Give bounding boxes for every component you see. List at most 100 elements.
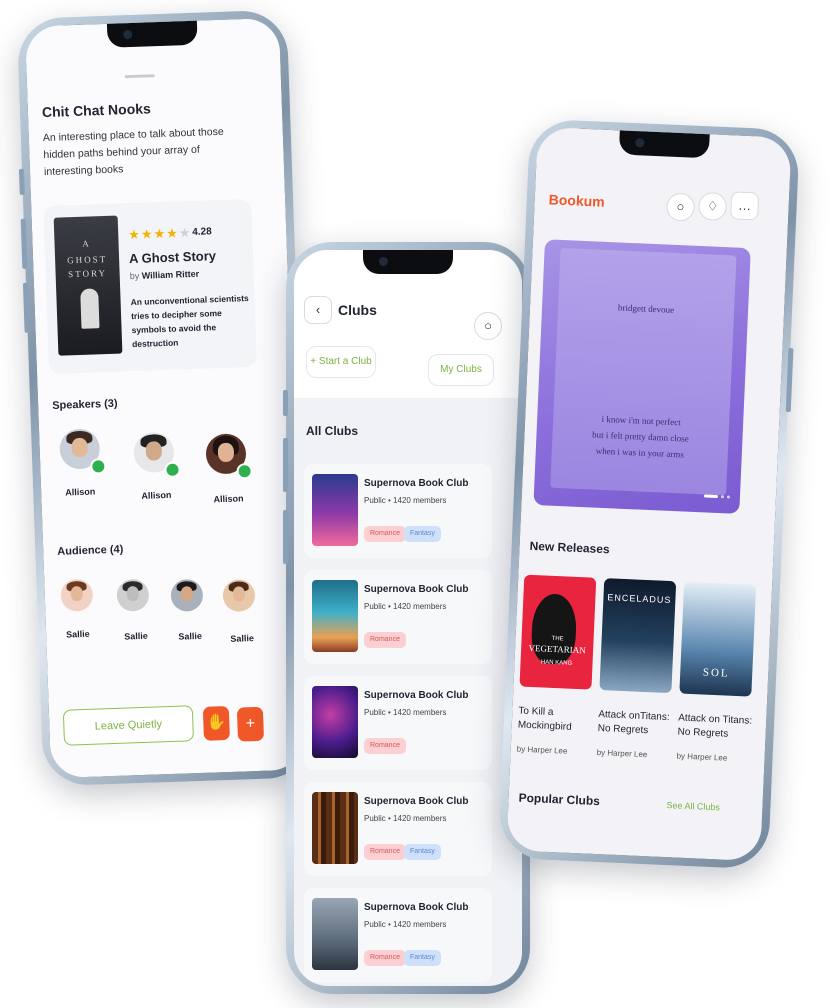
cover-text: ENCELADUS — [607, 592, 672, 606]
start-club-label: Start a Club — [318, 356, 372, 367]
club-thumbnail — [312, 580, 358, 652]
mute-switch — [18, 168, 25, 195]
chit-chat-screen: Chit Chat Nooks An interesting place to … — [24, 17, 306, 779]
audience-name: Sallie — [178, 630, 203, 642]
club-card[interactable]: Supernova Book Club Public • 1420 member… — [304, 570, 492, 664]
club-card[interactable]: Supernova Book Club Public • 1420 member… — [304, 888, 492, 982]
see-all-clubs-link[interactable]: See All Clubs — [666, 800, 720, 812]
online-indicator — [236, 462, 253, 480]
club-visibility: Public — [364, 814, 386, 823]
audience-name: Sallie — [124, 630, 148, 642]
leave-quietly-button[interactable]: Leave Quietly — [62, 705, 194, 746]
club-meta: Public • 1420 members — [364, 602, 447, 611]
book-author: William Ritter — [141, 268, 200, 281]
tag-badge: Fantasy — [404, 844, 441, 860]
club-visibility: Public — [364, 602, 386, 611]
release-cover: ENCELADUS — [599, 578, 677, 694]
chat-icon: … — [737, 197, 752, 214]
by-label: by — [129, 270, 140, 282]
start-club-button[interactable]: + Start a Club — [306, 346, 376, 378]
online-indicator — [90, 458, 107, 475]
club-card[interactable]: Supernova Book Club Public • 1420 member… — [304, 782, 492, 876]
avatar — [60, 578, 94, 612]
quote-line: when i was in your arms — [595, 445, 685, 460]
brand-logo[interactable]: Bookum — [548, 191, 605, 209]
book-card[interactable]: A GHOST STORY ★★★★★ 4.28 A Ghost Story b… — [43, 198, 257, 375]
search-button[interactable]: ○ — [474, 312, 502, 340]
page-title: Clubs — [338, 302, 377, 318]
quote-author: bridgett devoue — [617, 302, 675, 315]
club-card[interactable]: Supernova Book Club Public • 1420 member… — [304, 676, 492, 770]
carousel-dot[interactable] — [720, 495, 725, 499]
volume-up-button — [283, 438, 288, 492]
carousel-dot[interactable] — [726, 495, 731, 499]
notifications-button[interactable]: ♢ — [698, 191, 728, 222]
club-meta: Public • 1420 members — [364, 920, 447, 929]
speaker-name: Allison — [213, 493, 244, 505]
add-button[interactable]: + — [236, 706, 265, 742]
author-name: Harper Lee — [607, 748, 648, 760]
club-name: Supernova Book Club — [364, 902, 469, 913]
audience-name: Sallie — [230, 633, 255, 644]
drag-handle[interactable] — [124, 74, 155, 79]
volume-down-button — [283, 510, 288, 564]
face — [232, 586, 246, 603]
banner-page: bridgett devoue i know i'm not perfect b… — [550, 247, 737, 496]
audience-heading: Audience (4) — [57, 543, 124, 558]
by-label: by — [596, 747, 606, 758]
face — [145, 440, 163, 461]
club-members: 1420 members — [393, 920, 447, 929]
tag-badge: Romance — [364, 632, 406, 648]
book-title: A Ghost Story — [128, 248, 217, 267]
release-author: by Harper Lee — [596, 748, 647, 759]
search-icon: ○ — [484, 318, 492, 333]
release-author: by Harper Lee — [517, 744, 568, 755]
search-icon: ○ — [676, 198, 685, 215]
home-screen: Bookum ○ ♢ … bridgett devoue i know i'm … — [506, 126, 792, 862]
search-button[interactable]: ○ — [665, 192, 696, 222]
face — [71, 437, 89, 458]
club-meta: Public • 1420 members — [364, 708, 447, 717]
clubs-screen: ‹ Clubs ○ + Start a Club My Clubs All Cl… — [294, 250, 522, 986]
tag-badge: Fantasy — [404, 950, 441, 966]
by-label: by — [676, 751, 686, 761]
club-thumbnail — [312, 686, 358, 758]
club-name: Supernova Book Club — [364, 478, 469, 489]
mute-switch — [283, 390, 288, 416]
tag-badge: Romance — [364, 844, 406, 860]
messages-button[interactable]: … — [730, 191, 760, 221]
club-name: Supernova Book Club — [364, 584, 469, 595]
rating-stars: ★★★★★ — [128, 225, 192, 243]
rating-value: 4.28 — [192, 226, 212, 238]
quote-line: but i felt pretty damn close — [591, 429, 690, 444]
author-name: Harper Lee — [527, 744, 568, 756]
club-visibility: Public — [364, 708, 386, 717]
raise-hand-button[interactable]: ✋ — [202, 705, 230, 741]
author-name: Harper Lee — [687, 751, 728, 763]
back-button[interactable]: ‹ — [304, 296, 332, 324]
club-thumbnail — [312, 474, 358, 546]
club-thumbnail — [312, 898, 358, 970]
club-members: 1420 members — [393, 602, 447, 611]
cover-text: GHOST — [66, 253, 108, 266]
cover-text: A — [82, 238, 91, 249]
quote-line: i know i'm not perfect — [601, 413, 681, 428]
camera-icon — [123, 29, 133, 40]
carousel-dot-active[interactable] — [703, 494, 719, 499]
club-meta: Public • 1420 members — [364, 814, 447, 823]
release-title: Attack on Titans: No Regrets — [677, 711, 752, 742]
notch — [363, 250, 453, 274]
plus-icon: + — [245, 715, 256, 733]
club-card[interactable]: Supernova Book Club Public • 1420 member… — [304, 464, 492, 558]
phone-clubs: ‹ Clubs ○ + Start a Club My Clubs All Cl… — [283, 242, 530, 994]
club-visibility: Public — [364, 920, 386, 929]
speaker-name: Allison — [65, 486, 96, 498]
my-clubs-button[interactable]: My Clubs — [428, 354, 494, 386]
bell-icon: ♢ — [706, 198, 719, 214]
speaker-name: Allison — [141, 489, 172, 501]
tag-badge: Fantasy — [404, 526, 441, 542]
room-description: An interesting place to talk about those… — [42, 125, 224, 179]
featured-banner[interactable]: bridgett devoue i know i'm not perfect b… — [533, 239, 751, 514]
section-heading: Popular Clubs — [518, 790, 601, 809]
tag-badge: Romance — [364, 526, 406, 542]
